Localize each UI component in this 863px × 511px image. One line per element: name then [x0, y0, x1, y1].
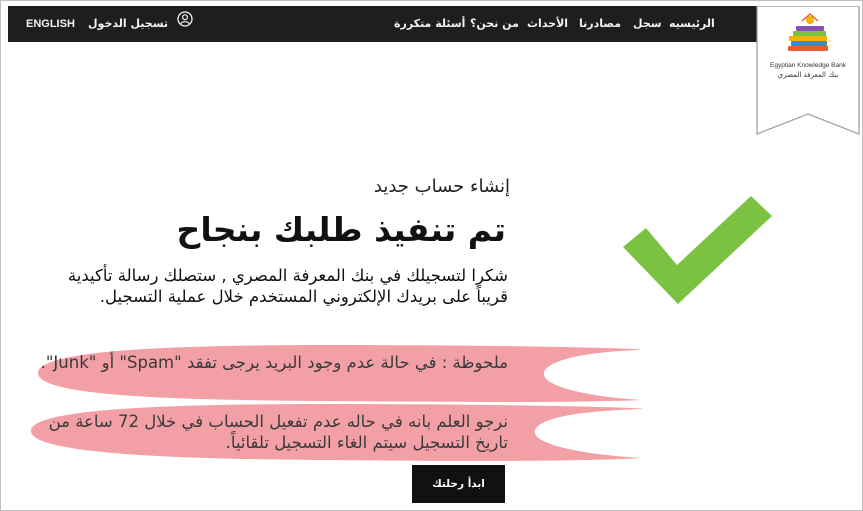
nav-item-register[interactable]: سجل: [633, 6, 662, 42]
checkmark-icon: [623, 196, 772, 304]
confirmation-message: شكرا لتسجيلك في بنك المعرفة المصري , ستص…: [67, 266, 508, 306]
nav-item-resources[interactable]: مصادرنا: [579, 6, 621, 42]
start-journey-button[interactable]: ابدأ رحلتك: [412, 465, 505, 503]
nav-item-about[interactable]: من نحن؟: [470, 6, 519, 42]
logo-english-text: Egyptian Knowledge Bank: [770, 62, 846, 69]
user-icon: [177, 6, 193, 42]
logo-arabic-text: بنك المعرفة المصري: [777, 71, 839, 79]
login-link[interactable]: تسجيل الدخول: [88, 6, 193, 42]
language-switch-english[interactable]: ENGLISH: [26, 6, 75, 42]
site-logo[interactable]: Egyptian Knowledge Bank بنك المعرفة المص…: [756, 6, 860, 135]
success-headline: تم تنفيذ طلبك بنجاح: [176, 210, 506, 249]
nav-item-home[interactable]: الرئيسيه: [669, 6, 715, 42]
page-subtitle: إنشاء حساب جديد: [373, 176, 510, 197]
login-label: تسجيل الدخول: [88, 17, 169, 30]
nav-item-events[interactable]: الأحداث: [527, 6, 568, 42]
top-navigation-bar: ENGLISH تسجيل الدخول الرئيسيه سجل مصادرن…: [8, 6, 855, 42]
nav-item-faq[interactable]: أسئلة متكررة: [394, 6, 465, 42]
spam-note: ملحوظة : في حالة عدم وجود البريد يرجى تف…: [40, 353, 508, 372]
activation-expiry-note: نرجو العلم بانه في حاله عدم تفعيل الحساب…: [48, 412, 508, 452]
